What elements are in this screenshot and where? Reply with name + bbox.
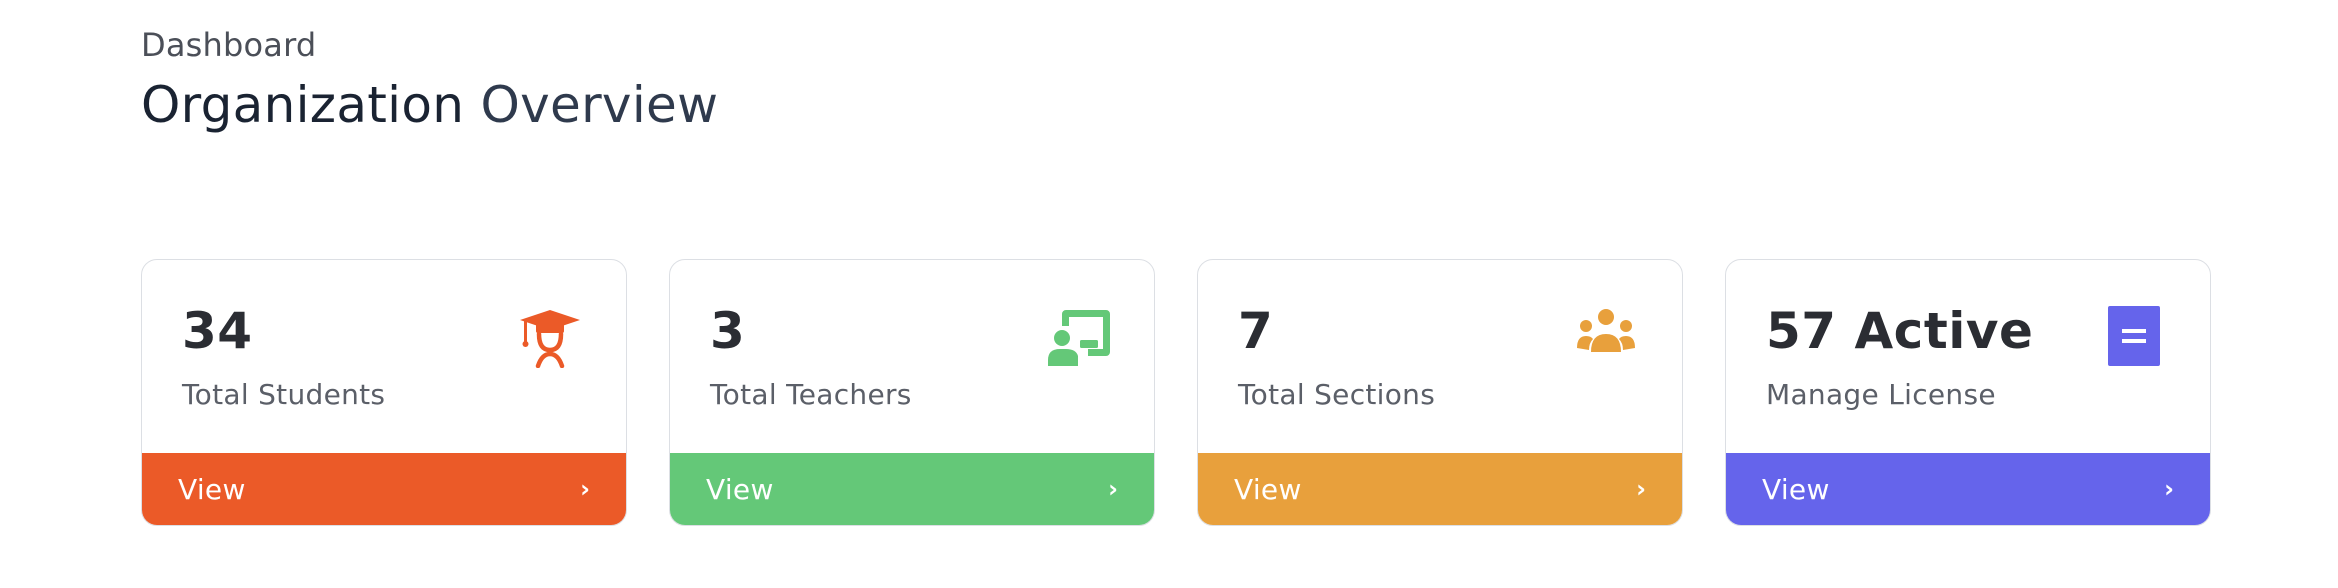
sections-label: Total Sections bbox=[1238, 378, 1436, 411]
dashboard-page: Dashboard Organization Overview 34 Total… bbox=[0, 0, 2338, 588]
view-label: View bbox=[1234, 472, 1302, 506]
license-view-button[interactable]: View › bbox=[1726, 453, 2210, 525]
teachers-label: Total Teachers bbox=[710, 378, 912, 411]
teachers-card: 3 Total Teachers View › bbox=[669, 259, 1155, 526]
license-card: 57 Active Manage License View › bbox=[1725, 259, 2211, 526]
teachers-count: 3 bbox=[710, 302, 746, 360]
license-count: 57 Active bbox=[1766, 302, 2034, 360]
sections-count: 7 bbox=[1238, 302, 1274, 360]
view-label: View bbox=[1762, 472, 1830, 506]
chevron-right-icon: › bbox=[2164, 475, 2174, 503]
graduate-icon bbox=[520, 310, 580, 368]
students-card: 34 Total Students View › bbox=[141, 259, 627, 526]
page-title-part-2: Overview bbox=[480, 76, 719, 134]
license-label: Manage License bbox=[1766, 378, 1996, 411]
chevron-right-icon: › bbox=[1636, 475, 1646, 503]
chevron-right-icon: › bbox=[1108, 475, 1118, 503]
stat-cards: 34 Total Students View › 3 Total Teacher… bbox=[141, 259, 2215, 528]
view-label: View bbox=[178, 472, 246, 506]
sections-view-button[interactable]: View › bbox=[1198, 453, 1682, 525]
students-count: 34 bbox=[182, 302, 253, 360]
page-title-part-1: Organization bbox=[141, 76, 465, 134]
group-icon bbox=[1577, 309, 1635, 352]
teacher-board-icon bbox=[1048, 310, 1110, 366]
view-label: View bbox=[706, 472, 774, 506]
teachers-view-button[interactable]: View › bbox=[670, 453, 1154, 525]
sections-card: 7 Total Sections View › bbox=[1197, 259, 1683, 526]
license-document-icon bbox=[2108, 306, 2160, 366]
page-title: Organization Overview bbox=[141, 76, 718, 134]
breadcrumb[interactable]: Dashboard bbox=[141, 26, 316, 64]
students-view-button[interactable]: View › bbox=[142, 453, 626, 525]
students-label: Total Students bbox=[182, 378, 386, 411]
chevron-right-icon: › bbox=[580, 475, 590, 503]
